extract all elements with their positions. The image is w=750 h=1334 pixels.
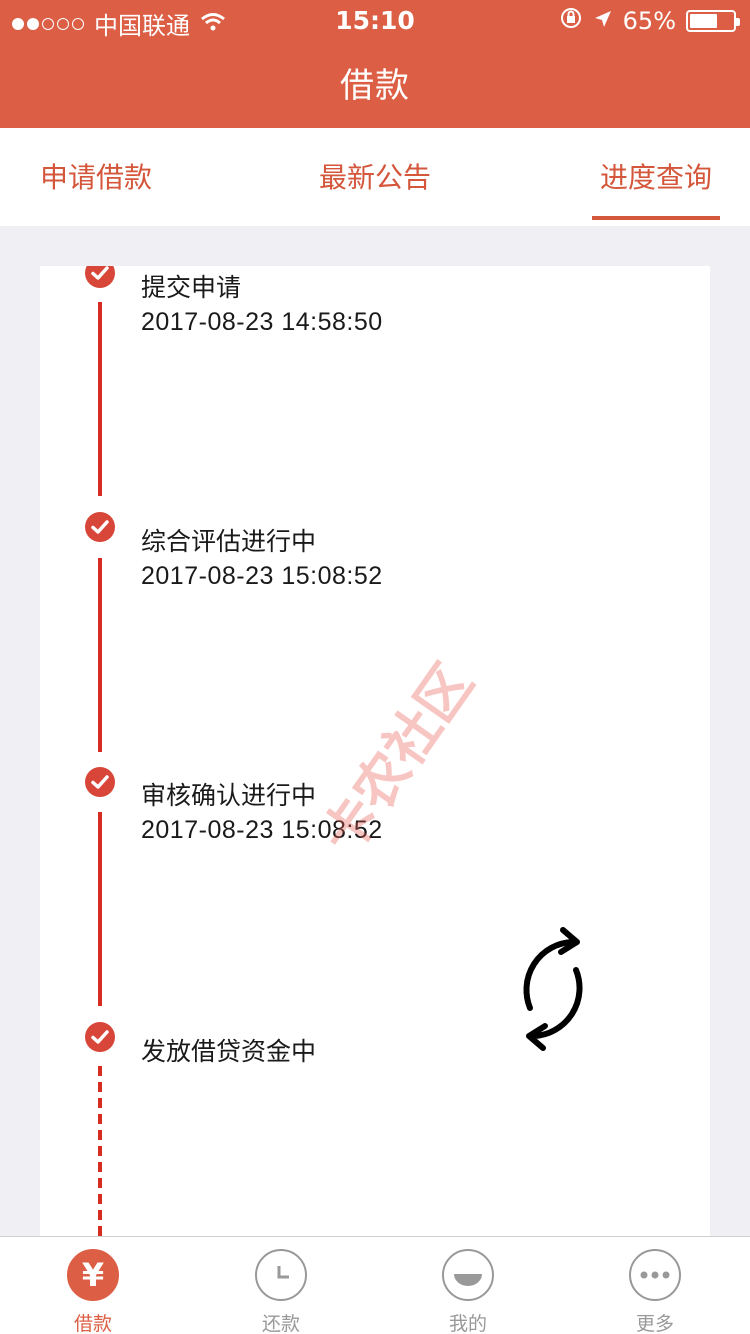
battery-icon — [686, 10, 740, 32]
nav-label: 更多 — [635, 1313, 674, 1334]
tab-announcements[interactable]: 最新公告 — [319, 156, 431, 196]
clock-icon — [255, 1249, 307, 1301]
check-icon — [85, 512, 115, 542]
nav-label: 还款 — [261, 1313, 300, 1334]
page-title: 借款 — [340, 66, 410, 106]
timeline-connector — [98, 302, 102, 496]
timeline-connector — [98, 812, 102, 1006]
app-header: 中国联通 15:10 65% 借款 — [0, 0, 750, 128]
smile-icon — [442, 1249, 494, 1301]
nav-item-repay[interactable]: 还款 — [221, 1237, 341, 1334]
bottom-nav: ¥ 借款 还款 我的 更多 — [0, 1236, 750, 1334]
nav-label: 借款 — [73, 1313, 112, 1334]
refresh-icon[interactable] — [495, 924, 611, 1054]
yen-icon: ¥ — [67, 1249, 119, 1301]
tab-apply-loan[interactable]: 申请借款 — [40, 156, 152, 196]
check-icon — [85, 1022, 115, 1052]
orientation-lock-icon — [559, 6, 583, 36]
tab-bar: 申请借款 最新公告 进度查询 — [0, 128, 750, 226]
nav-label: 我的 — [448, 1313, 487, 1334]
tab-progress-query[interactable]: 进度查询 — [600, 156, 712, 196]
check-icon — [85, 767, 115, 797]
watermark-text: 卡农社区 — [309, 652, 485, 866]
step-time: 2017-08-23 14:58:50 — [141, 308, 383, 336]
location-arrow-icon — [593, 7, 613, 35]
timeline-connector-pending — [98, 1066, 102, 1236]
step-title: 提交申请 — [141, 273, 242, 302]
nav-item-more[interactable]: 更多 — [595, 1237, 715, 1334]
step-title: 发放借贷资金中 — [141, 1037, 317, 1066]
step-title: 综合评估进行中 — [141, 527, 317, 556]
timeline-connector — [98, 558, 102, 752]
progress-timeline-card: 提交申请 2017-08-23 14:58:50 综合评估进行中 2017-08… — [40, 266, 710, 1236]
nav-item-borrow[interactable]: ¥ 借款 — [33, 1237, 153, 1334]
step-time: 2017-08-23 15:08:52 — [141, 562, 383, 590]
more-icon — [629, 1249, 681, 1301]
active-tab-indicator — [592, 216, 720, 220]
battery-percent: 65% — [622, 7, 676, 35]
nav-item-profile[interactable]: 我的 — [408, 1237, 528, 1334]
status-bar: 中国联通 15:10 65% — [0, 0, 750, 40]
check-icon — [85, 266, 115, 288]
